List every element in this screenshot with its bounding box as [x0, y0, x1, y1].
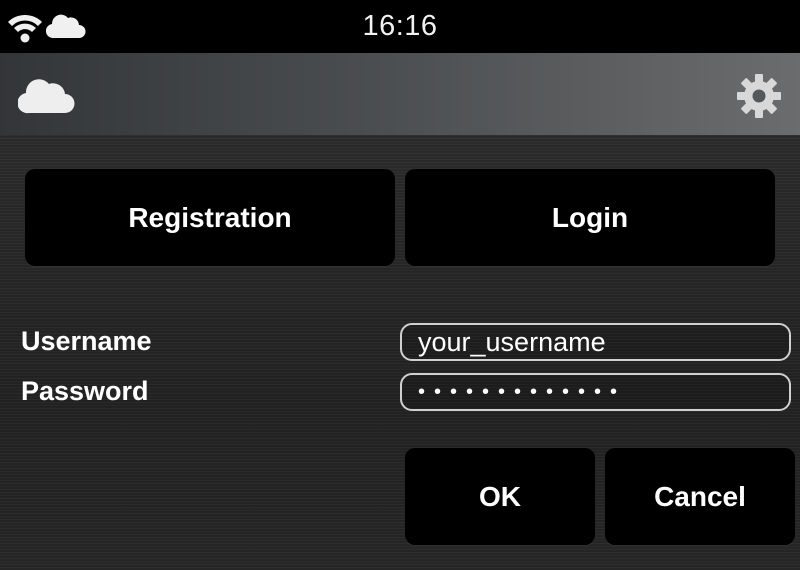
cloud-logo-icon	[18, 79, 75, 114]
cancel-button[interactable]: Cancel	[605, 448, 795, 545]
app-header	[0, 53, 800, 135]
login-panel: Registration Login Username your_usernam…	[0, 135, 800, 570]
username-label: Username	[21, 326, 152, 356]
clock-time: 16:16	[362, 10, 438, 42]
username-field[interactable]: your_username	[400, 323, 791, 361]
password-field[interactable]: •••••••••••••	[400, 373, 791, 411]
login-button[interactable]: Login	[405, 169, 775, 266]
username-value: your_username	[418, 327, 606, 357]
password-masked-value: •••••••••••••	[418, 381, 627, 403]
ok-button[interactable]: OK	[405, 448, 595, 545]
status-bar: 16:16	[0, 0, 800, 53]
registration-button[interactable]: Registration	[25, 169, 395, 266]
gear-icon[interactable]	[736, 73, 782, 119]
app-screen: 16:16 Registration Login Username your_u…	[0, 0, 800, 570]
password-label: Password	[21, 376, 149, 406]
